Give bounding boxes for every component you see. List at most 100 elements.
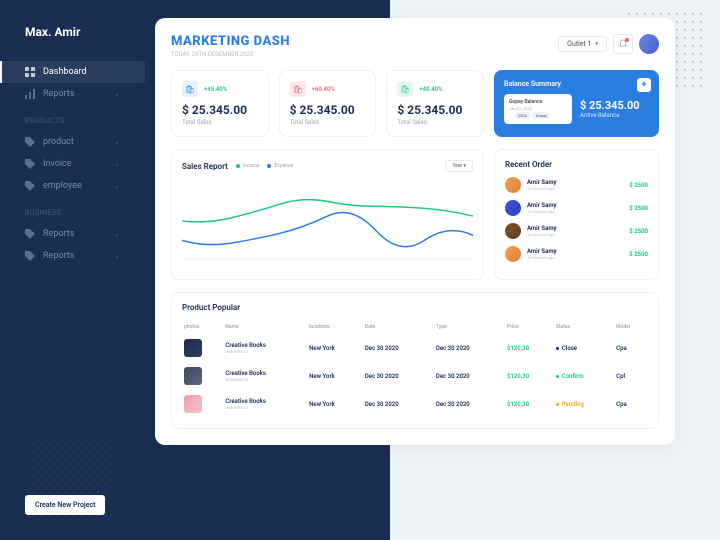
- nav-reports3[interactable]: Reports ⌄: [0, 245, 145, 267]
- order-avatar: [505, 200, 521, 216]
- nav-section-products: PRODUCTS: [0, 105, 145, 131]
- stat-card-2: 🛍 +60.40% $ 25.345.00 Total Sales: [279, 70, 377, 137]
- order-item[interactable]: Amir Samy15 minutes ago $ 2500: [505, 177, 648, 193]
- product-location: New York: [307, 390, 363, 418]
- nav-reports[interactable]: Reports ⌄: [0, 83, 145, 105]
- outlet-label: Outlet 1: [567, 40, 591, 48]
- stat-card-3: 🛍 +40.40% $ 25.345.00 Total Sales: [386, 70, 484, 137]
- year-selector[interactable]: Year ▾: [445, 160, 473, 172]
- order-time: 15 minutes ago: [527, 186, 623, 191]
- nav-reports2[interactable]: Reports ⌄: [0, 223, 145, 245]
- stat-label: Total Sales: [182, 119, 258, 126]
- sales-chart: [182, 176, 473, 261]
- order-amount: $ 2500: [629, 228, 648, 235]
- product-type: Dec 30 2020: [434, 334, 505, 362]
- mini-title: Gopay Balance: [509, 99, 567, 105]
- legend-income: Income: [243, 163, 260, 169]
- stat-value: $ 25.345.00: [182, 103, 258, 117]
- sidebar: Max. Amir Dashboard Reports ⌄ PRODUCTS p…: [0, 0, 145, 540]
- mini-chip: Gopay: [533, 112, 550, 119]
- grid-icon: [25, 67, 35, 77]
- nav-dashboard[interactable]: Dashboard: [0, 61, 145, 83]
- tag-icon: [25, 181, 35, 191]
- stat-card-1: 🛍 +45.40% $ 25.345.00 Total Sales: [171, 70, 269, 137]
- outlet-selector[interactable]: Outlet 1 ▾: [558, 36, 607, 52]
- mini-chip: 2500: [515, 112, 530, 119]
- bars-icon: [25, 89, 35, 99]
- status-badge: Pending: [556, 401, 612, 408]
- product-date: Dec 30 2020: [363, 334, 434, 362]
- table-row[interactable]: Creative Books#200650610 New York Dec 30…: [182, 390, 648, 418]
- order-time: 15 minutes ago: [527, 255, 623, 260]
- recent-orders-card: Recent Order Amir Samy15 minutes ago $ 2…: [494, 149, 659, 280]
- nav-invoice[interactable]: Invoice ⌄: [0, 153, 145, 175]
- balance-mini-card: Gopay Balance Jan 01, 2020 •• 2500 Gopay: [504, 94, 572, 124]
- nav-employee[interactable]: employee ⌄: [0, 175, 145, 197]
- tag-icon: [25, 137, 35, 147]
- order-amount: $ 2500: [629, 182, 648, 189]
- stat-label: Total Sales: [290, 119, 366, 126]
- chevron-down-icon: ▾: [595, 41, 598, 47]
- nav-label: Reports: [43, 229, 74, 239]
- basket-icon: 🛍: [397, 81, 413, 97]
- product-image: [184, 339, 202, 357]
- nav-label: employee: [43, 181, 82, 191]
- sales-chart-card: Sales Report Income Expense Year ▾: [171, 149, 484, 280]
- product-image: [184, 367, 202, 385]
- product-type: Dec 30 2020: [434, 362, 505, 390]
- order-avatar: [505, 223, 521, 239]
- header: MARKETING DASH TODAY, 29TH DESEMBER 2020…: [171, 34, 659, 58]
- user-avatar[interactable]: [639, 34, 659, 54]
- chevron-down-icon: ⌄: [114, 160, 120, 168]
- basket-icon: 🛍: [182, 81, 198, 97]
- chevron-down-icon: ⌄: [114, 138, 120, 146]
- page-title: MARKETING DASH: [171, 34, 290, 49]
- stat-label: Total Sales: [397, 119, 473, 126]
- order-avatar: [505, 177, 521, 193]
- product-id: #200650610: [225, 377, 305, 382]
- chevron-down-icon: ⌄: [114, 252, 120, 260]
- notifications-button[interactable]: [613, 34, 633, 54]
- product-price: $120,30: [505, 390, 554, 418]
- order-time: 15 minutes ago: [527, 232, 623, 237]
- table-row[interactable]: Creative Books#200650610 New York Dec 30…: [182, 362, 648, 390]
- order-item[interactable]: Amir Samy15 minutes ago $ 2500: [505, 246, 648, 262]
- add-balance-button[interactable]: +: [637, 78, 651, 92]
- chevron-down-icon: ⌄: [114, 230, 120, 238]
- logo: Max. Amir: [0, 25, 145, 39]
- nav-label: product: [43, 137, 74, 147]
- order-item[interactable]: Amir Samy15 minutes ago $ 2500: [505, 223, 648, 239]
- chevron-down-icon: ⌄: [114, 90, 120, 98]
- col-type: Type: [434, 320, 505, 334]
- nav-product[interactable]: product ⌄: [0, 131, 145, 153]
- basket-icon: 🛍: [290, 81, 306, 97]
- table-row[interactable]: Creative Books#200650610 New York Dec 30…: [182, 334, 648, 362]
- col-location: locations: [307, 320, 363, 334]
- balance-card: Balance Summary + Gopay Balance Jan 01, …: [494, 70, 659, 137]
- new-project-button[interactable]: Create New Project: [25, 495, 105, 515]
- order-item[interactable]: Amir Samy15 minutes ago $ 2500: [505, 200, 648, 216]
- product-model: Cpa: [614, 334, 648, 362]
- col-status: Status: [554, 320, 614, 334]
- balance-label: Active Balance: [580, 112, 640, 119]
- nav-label: Reports: [43, 89, 74, 99]
- product-location: New York: [307, 362, 363, 390]
- product-model: Cpl: [614, 362, 648, 390]
- tag-icon: [25, 159, 35, 169]
- legend-expense: Expense: [274, 163, 293, 169]
- nav-label: Reports: [43, 251, 74, 261]
- product-price: $120,30: [505, 362, 554, 390]
- page-subtitle: TODAY, 29TH DESEMBER 2020: [171, 51, 290, 58]
- product-date: Dec 30 2020: [363, 362, 434, 390]
- main-panel: MARKETING DASH TODAY, 29TH DESEMBER 2020…: [155, 18, 675, 445]
- product-id: #200650610: [225, 405, 305, 410]
- status-badge: Confirm: [556, 373, 612, 380]
- stat-pct: +40.40%: [419, 86, 442, 93]
- stat-value: $ 25.345.00: [290, 103, 366, 117]
- col-model: Model: [614, 320, 648, 334]
- order-amount: $ 2500: [629, 205, 648, 212]
- chart-title: Sales Report: [182, 162, 228, 171]
- balance-title: Balance Summary: [504, 80, 649, 88]
- tag-icon: [25, 229, 35, 239]
- col-date: Date: [363, 320, 434, 334]
